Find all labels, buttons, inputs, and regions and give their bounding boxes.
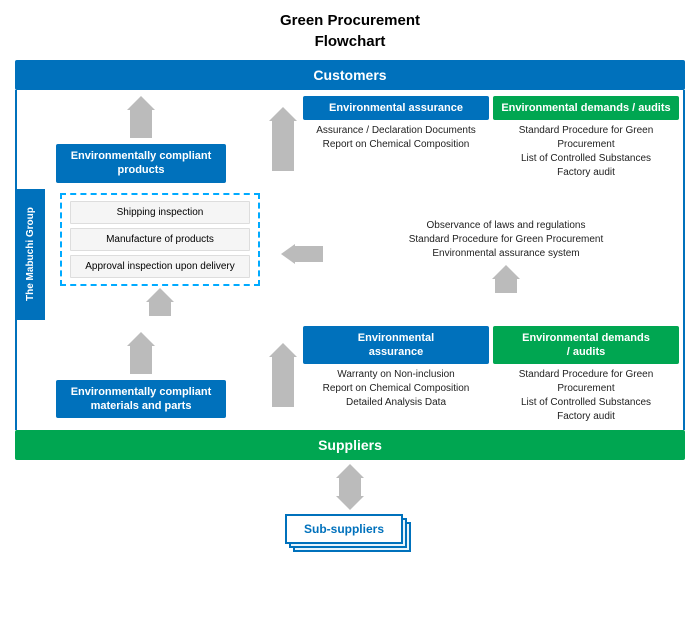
top-left-area: Environmentally compliant products (17, 96, 265, 183)
bottom-center-shaft (272, 357, 294, 407)
bottom-left-up-head (127, 332, 155, 346)
mabuchi-up-head (146, 288, 174, 302)
top-right-area: Environmental assurance Assurance / Decl… (265, 96, 683, 183)
bottom-left-up-arrow (127, 332, 155, 374)
subsuppliers-arrow (336, 464, 364, 510)
mabuchi-right-text: Observance of laws and regulations Stand… (409, 219, 604, 261)
up-arrow-products (127, 96, 155, 138)
subsuppliers-up-head (336, 464, 364, 478)
mabuchi-right-up-arrow (492, 265, 520, 293)
bottom-center-up-arrow (269, 343, 297, 407)
mabuchi-up-arrow (146, 288, 174, 316)
left-arrow-shaft (295, 246, 323, 262)
subsuppliers-box-main: Sub-suppliers (285, 514, 403, 544)
customers-bar: Customers (15, 60, 685, 90)
env-assurance-text-top: Assurance / Declaration Documents Report… (303, 124, 489, 152)
env-compliant-products-box: Environmentally compliant products (56, 144, 226, 183)
top-center-up-arrow (269, 107, 297, 171)
shipping-inspection: Shipping inspection (70, 201, 250, 224)
top-up-arrow-area (269, 96, 297, 183)
subsuppliers-label: Sub-suppliers (304, 522, 384, 536)
env-assurance-header-bottom: Environmental assurance (303, 326, 489, 365)
env-demands-text-bottom: Standard Procedure for Green Procurement… (493, 368, 679, 424)
up-arrow-shaft (130, 110, 152, 138)
bottom-section: Environmentally compliant materials and … (15, 320, 685, 431)
env-assurance-text-bottom: Warranty on Non-inclusion Report on Chem… (303, 368, 489, 410)
mabuchi-right-up-shaft (495, 279, 517, 293)
bottom-center-up-head (269, 343, 297, 357)
flowchart: Customers Environmentally compliant prod… (15, 60, 685, 564)
bottom-up-arrow-area (269, 326, 297, 425)
subsuppliers-area: Sub-suppliers (15, 460, 685, 564)
bottom-left-up-shaft (130, 346, 152, 374)
subsuppliers-box-stack: Sub-suppliers (285, 514, 415, 558)
top-center-up-head (269, 107, 297, 121)
bottom-left-area: Environmentally compliant materials and … (17, 326, 265, 425)
subsuppliers-shaft (339, 478, 361, 496)
env-demands-text-top: Standard Procedure for Green Procurement… (493, 124, 679, 180)
mabuchi-right-area: Observance of laws and regulations Stand… (329, 189, 683, 320)
top-section: Environmentally compliant products Envir… (15, 90, 685, 189)
env-demands-header-top: Environmental demands / audits (493, 96, 679, 120)
mabuchi-process-box: Shipping inspection Manufacture of produ… (60, 193, 260, 286)
manufacture-products: Manufacture of products (70, 228, 250, 251)
left-arrow-head (281, 244, 295, 264)
left-arrow-mabuchi (281, 244, 323, 264)
env-compliant-materials-box: Environmentally compliant materials and … (56, 380, 226, 419)
subsuppliers-down-head (336, 496, 364, 510)
env-assurance-col-top: Environmental assurance Assurance / Decl… (303, 96, 489, 183)
mabuchi-up-shaft (149, 302, 171, 316)
mabuchi-row: The Mabuchi Group Shipping inspection Ma… (15, 189, 685, 320)
bottom-right-area: Environmental assurance Warranty on Non-… (265, 326, 683, 425)
env-demands-header-bottom: Environmental demands / audits (493, 326, 679, 365)
mabuchi-content: Shipping inspection Manufacture of produ… (45, 189, 683, 320)
suppliers-bar: Suppliers (15, 430, 685, 460)
up-arrow-head (127, 96, 155, 110)
mabuchi-right-up-head (492, 265, 520, 279)
mabuchi-arrow-area (275, 189, 329, 320)
mabuchi-label: The Mabuchi Group (17, 189, 45, 320)
env-assurance-header-top: Environmental assurance (303, 96, 489, 120)
approval-inspection: Approval inspection upon delivery (70, 255, 250, 278)
env-demands-col-top: Environmental demands / audits Standard … (493, 96, 679, 183)
env-assurance-col-bottom: Environmental assurance Warranty on Non-… (303, 326, 489, 425)
top-center-shaft (272, 121, 294, 171)
page-title: Green ProcurementFlowchart (280, 10, 420, 52)
env-demands-col-bottom: Environmental demands / audits Standard … (493, 326, 679, 425)
